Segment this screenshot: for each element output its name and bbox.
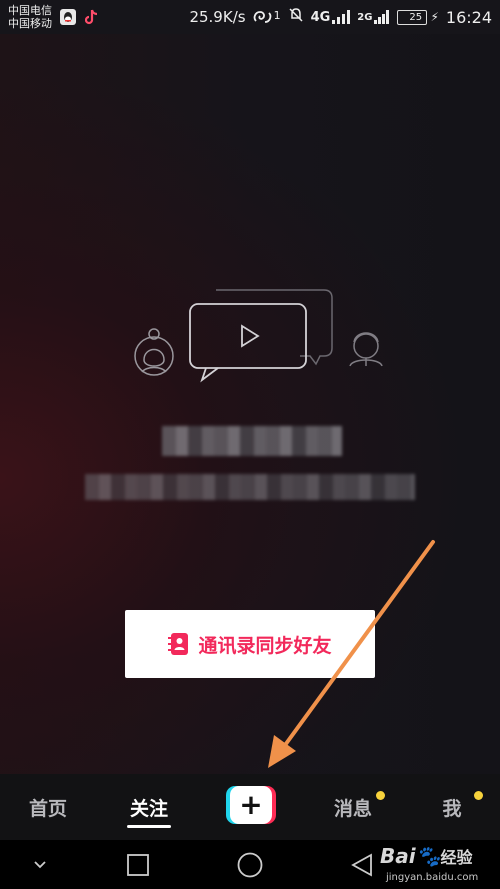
male-avatar-icon <box>349 332 383 367</box>
tab-messages-label: 消息 <box>333 797 372 820</box>
plus-icon: + <box>230 786 272 824</box>
status-bar: 中国电信 中国移动 25.9K/s 1 4G 2G 25 ⚡ 16:24 <box>0 0 500 34</box>
carrier-2: 中国移动 <box>8 17 52 30</box>
network-type-2: 2G <box>357 11 373 23</box>
carrier-info: 中国电信 中国移动 <box>8 4 52 30</box>
blurred-title <box>162 426 342 456</box>
messages-notification-dot <box>376 791 385 800</box>
signal-2g: 2G <box>357 10 390 24</box>
tab-follow-label: 关注 <box>129 797 168 820</box>
square-icon <box>127 853 149 876</box>
net-speed: 25.9K/s <box>189 8 246 26</box>
bottom-tab-bar: 首页 关注 + 消息 我 <box>0 774 500 840</box>
me-notification-dot <box>474 791 483 800</box>
mute-icon <box>288 7 304 27</box>
status-indicators: 25.9K/s 1 4G 2G 25 ⚡ 16:24 <box>189 7 492 27</box>
battery-icon: 25 <box>397 9 428 25</box>
circle-icon <box>237 852 263 877</box>
tab-me-label: 我 <box>442 797 462 820</box>
blurred-subtitle <box>85 474 415 500</box>
female-avatar-icon <box>134 328 174 376</box>
nfc-icon: 1 <box>253 9 281 25</box>
nfc-badge: 1 <box>273 9 281 22</box>
empty-state-illustration <box>134 289 383 383</box>
charging-icon: ⚡ <box>430 10 439 24</box>
paw-icon: 🐾 <box>415 844 441 868</box>
tab-home-label: 首页 <box>28 797 67 820</box>
tab-home[interactable]: 首页 <box>0 774 96 840</box>
watermark-url: jingyan.baidu.com <box>386 872 479 883</box>
network-type-1: 4G <box>310 9 331 25</box>
watermark-logo: Bai🐾经验 <box>380 844 473 868</box>
tab-me[interactable]: 我 <box>404 774 500 840</box>
contacts-icon <box>168 633 189 655</box>
back-chat-bubble-icon <box>216 289 333 366</box>
tab-messages[interactable]: 消息 <box>304 774 402 840</box>
nav-recents-button[interactable] <box>118 840 158 889</box>
baidu-jingyan-watermark: Bai🐾经验 jingyan.baidu.com <box>380 842 500 889</box>
video-chat-bubble-icon <box>189 303 307 383</box>
tiktok-icon <box>84 9 100 25</box>
nav-back-button[interactable] <box>342 840 382 889</box>
tab-follow[interactable]: 关注 <box>100 774 198 840</box>
sync-contacts-label: 通讯录同步好友 <box>198 634 332 657</box>
create-video-button[interactable]: + <box>226 786 276 824</box>
signal-4g: 4G <box>311 10 351 25</box>
triangle-back-icon <box>351 852 372 877</box>
follow-feed-empty-state: 通讯录同步好友 <box>0 34 500 774</box>
nav-collapse-button[interactable] <box>20 840 60 889</box>
qq-icon <box>60 9 76 25</box>
nav-home-button[interactable] <box>230 840 270 889</box>
chevron-down-icon <box>34 860 46 868</box>
sync-contacts-button[interactable]: 通讯录同步好友 <box>125 610 375 678</box>
carrier-1: 中国电信 <box>8 4 52 17</box>
active-tab-indicator <box>127 825 171 828</box>
clock: 16:24 <box>445 7 492 27</box>
battery-level: 25 <box>409 11 423 23</box>
